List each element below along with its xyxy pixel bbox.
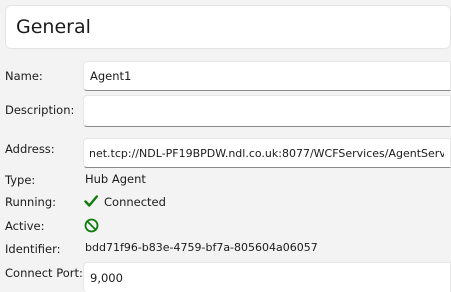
page-title: General <box>16 16 91 38</box>
connect-port-label: Connect Port: <box>5 266 83 280</box>
identifier-label: Identifier: <box>5 242 61 256</box>
type-label: Type: <box>5 173 36 187</box>
checkmark-icon <box>84 193 98 212</box>
address-input[interactable] <box>84 139 450 167</box>
address-field[interactable] <box>83 138 451 168</box>
prohibited-icon <box>84 218 99 237</box>
running-label: Running: <box>5 195 56 209</box>
description-label: Description: <box>5 103 75 117</box>
connect-port-field[interactable] <box>83 262 451 292</box>
identifier-value: bdd71f96-b83e-4759-bf7a-805604a06057 <box>85 241 318 254</box>
description-field[interactable] <box>83 95 451 127</box>
name-input[interactable] <box>84 62 450 90</box>
connect-port-input[interactable] <box>84 263 450 292</box>
address-label: Address: <box>5 142 55 156</box>
active-label: Active: <box>5 219 45 233</box>
header-card: General <box>5 5 451 49</box>
name-field[interactable] <box>83 61 451 91</box>
name-label: Name: <box>5 69 43 83</box>
running-status: Connected <box>104 195 166 209</box>
description-input[interactable] <box>84 96 450 126</box>
type-value: Hub Agent <box>85 172 146 186</box>
